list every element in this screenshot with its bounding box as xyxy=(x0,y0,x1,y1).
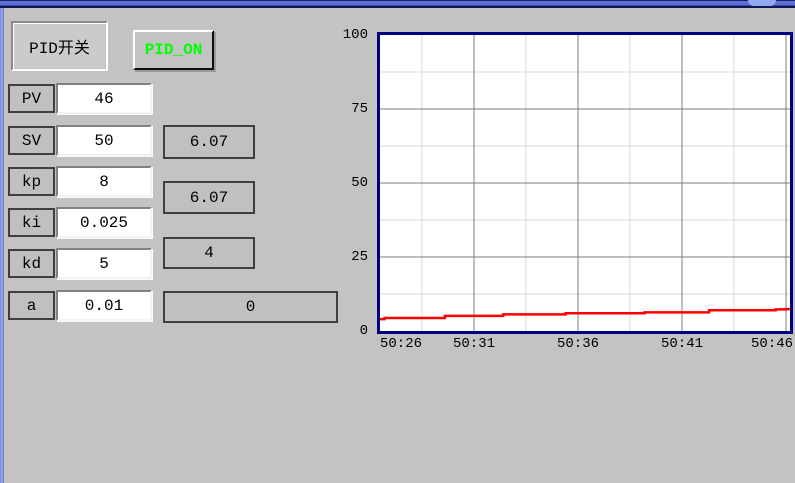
hmi-screen: PID开关 PID_ON PV SV kp ki kd a 6.07 6.07 … xyxy=(0,0,795,483)
x-axis-labels: 50:26 50:31 50:36 50:41 50:46 xyxy=(380,337,790,353)
titlebar-button-fragment xyxy=(748,0,776,6)
param-label-ki: ki xyxy=(8,208,55,237)
pid-status-indicator: PID_ON xyxy=(133,30,214,70)
param-label-pv: PV xyxy=(8,84,55,113)
trend-line xyxy=(380,309,790,319)
param-input-ki[interactable] xyxy=(56,207,152,238)
param-input-kp[interactable] xyxy=(56,166,152,197)
x-tick-label: 50:36 xyxy=(557,337,599,352)
y-tick-label: 0 xyxy=(360,323,368,339)
param-label-a: a xyxy=(8,291,55,320)
window-left-border xyxy=(0,8,4,483)
chart-plot xyxy=(377,32,793,334)
y-axis-labels: 1007550250 xyxy=(320,35,372,331)
x-tick-label: 50:31 xyxy=(453,337,495,352)
y-tick-label: 50 xyxy=(351,175,368,191)
param-input-sv[interactable] xyxy=(56,125,152,156)
y-tick-label: 100 xyxy=(343,27,368,43)
output-box-4: 0 xyxy=(163,291,338,323)
output-box-2: 6.07 xyxy=(163,181,255,214)
param-input-kd[interactable] xyxy=(56,248,152,279)
window-titlebar-edge xyxy=(0,0,795,8)
trend-plot-svg xyxy=(380,35,790,331)
x-tick-label: 50:41 xyxy=(661,337,703,352)
output-box-3: 4 xyxy=(163,237,255,269)
param-label-kd: kd xyxy=(8,249,55,278)
x-tick-label: 50:26 xyxy=(380,337,422,352)
output-box-1: 6.07 xyxy=(163,125,255,159)
param-label-kp: kp xyxy=(8,167,55,196)
param-label-sv: SV xyxy=(8,126,55,155)
param-input-pv[interactable] xyxy=(56,83,152,114)
param-input-a[interactable] xyxy=(56,290,152,321)
y-tick-label: 75 xyxy=(351,101,368,117)
y-tick-label: 25 xyxy=(351,249,368,265)
x-tick-label: 50:46 xyxy=(751,337,793,352)
pid-switch-button[interactable]: PID开关 xyxy=(11,21,108,71)
